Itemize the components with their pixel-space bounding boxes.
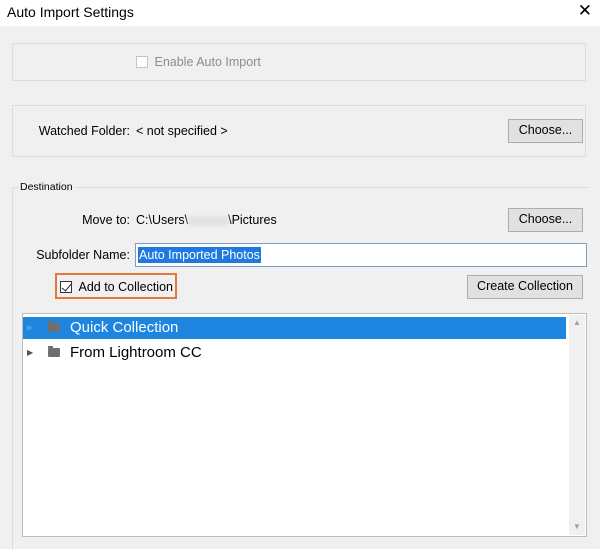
watched-folder-label: Watched Folder:	[38, 124, 130, 138]
collection-item-from-lightroom-cc[interactable]: ▶ From Lightroom CC	[23, 342, 566, 364]
enable-auto-import-checkbox[interactable]	[136, 55, 148, 68]
subfolder-name-input[interactable]: Auto Imported Photos	[135, 243, 587, 267]
redacted-username	[188, 215, 229, 226]
close-icon[interactable]: ✕	[578, 1, 592, 21]
subfolder-name-value: Auto Imported Photos	[138, 247, 261, 263]
collection-folder-icon	[48, 346, 60, 357]
move-to-path-prefix: C:\Users\	[136, 213, 189, 227]
scroll-up-icon[interactable]: ▲	[569, 315, 585, 331]
subfolder-name-label: Subfolder Name:	[36, 248, 130, 262]
enable-auto-import-label: Enable Auto Import	[154, 54, 261, 69]
destination-choose-button[interactable]: Choose...	[508, 208, 583, 232]
watched-folder-value: < not specified >	[136, 124, 228, 138]
window-title: Auto Import Settings	[7, 4, 134, 20]
move-to-path-suffix: \Pictures	[228, 213, 277, 227]
add-to-collection-label: Add to Collection	[78, 279, 173, 294]
scroll-down-icon[interactable]: ▼	[569, 519, 585, 535]
collection-name: Quick Collection	[70, 319, 179, 336]
move-to-path: C:\Users\ \Pictures	[136, 213, 277, 227]
create-collection-button[interactable]: Create Collection	[467, 275, 583, 299]
enable-auto-import-option[interactable]: Enable Auto Import	[136, 54, 261, 69]
move-to-label: Move to:	[82, 213, 130, 227]
collection-item-quick-collection[interactable]: ▶ Quick Collection	[23, 317, 566, 339]
add-to-collection-option[interactable]: Add to Collection	[60, 279, 173, 294]
collections-scrollbar[interactable]: ▲ ▼	[569, 315, 585, 535]
expand-arrow-icon[interactable]: ▶	[27, 342, 33, 364]
collection-folder-icon	[48, 321, 60, 332]
watched-folder-choose-button[interactable]: Choose...	[508, 119, 583, 143]
title-bar: Auto Import Settings ✕	[0, 0, 600, 26]
collections-list[interactable]: ▶ Quick Collection ▶ From Lightroom CC ▲…	[22, 313, 587, 537]
add-to-collection-checkbox[interactable]	[60, 280, 72, 293]
destination-legend: Destination	[18, 181, 75, 193]
auto-import-dialog: Auto Import Settings ✕ Enable Auto Impor…	[0, 0, 600, 550]
enable-panel	[12, 43, 586, 81]
expand-arrow-icon[interactable]: ▶	[27, 317, 33, 339]
collection-name: From Lightroom CC	[70, 344, 202, 361]
